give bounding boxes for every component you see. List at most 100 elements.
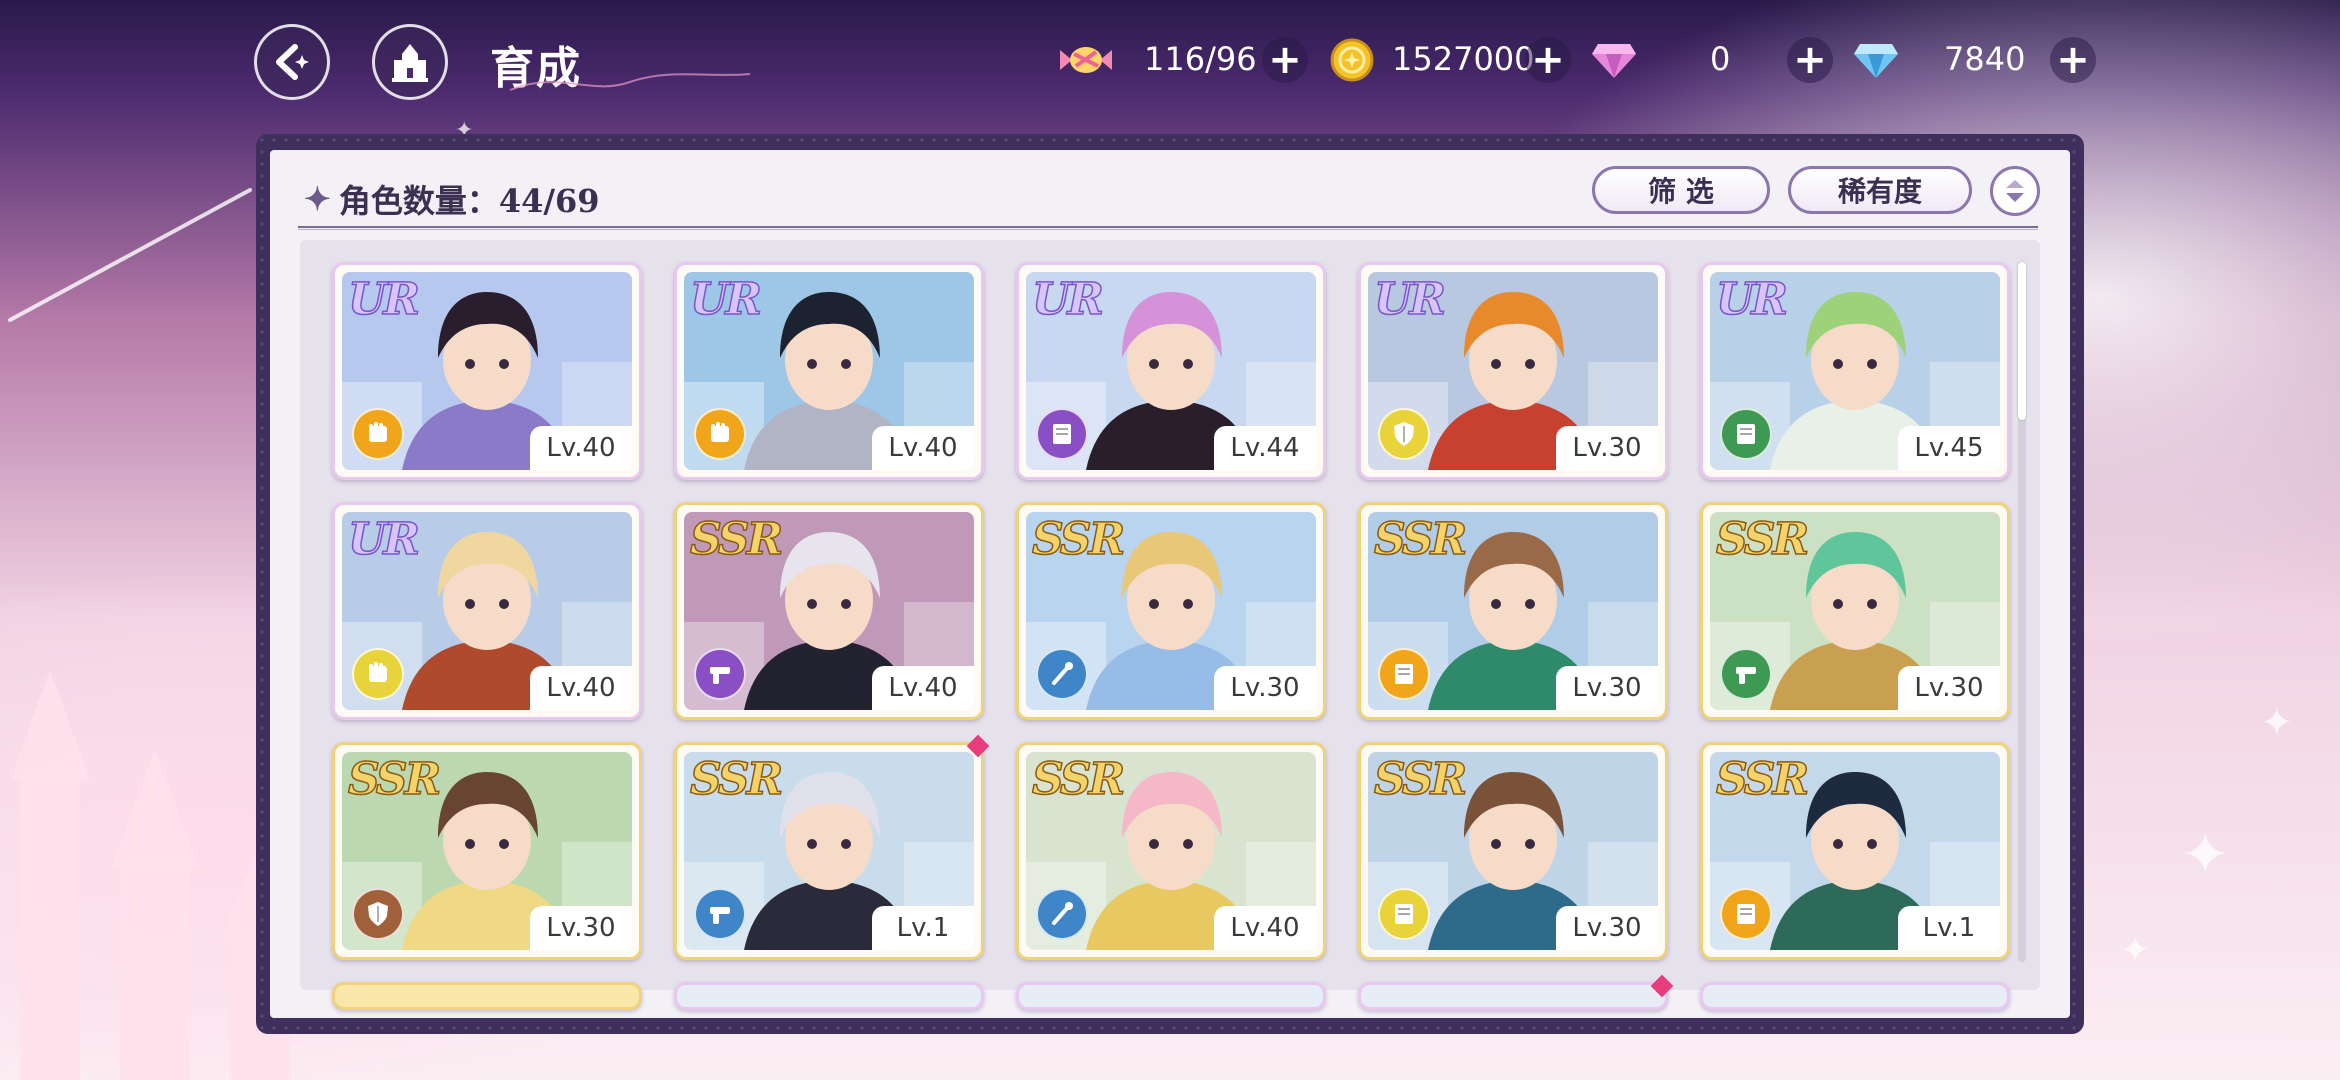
level-badge: Lv.30 bbox=[1214, 666, 1316, 710]
character-card[interactable]: SSR Lv.30 bbox=[1358, 502, 1668, 720]
card-art-frame: SSR Lv.30 bbox=[1026, 512, 1316, 710]
level-badge: Lv.30 bbox=[530, 906, 632, 950]
add-free-gem-button[interactable]: + bbox=[2050, 37, 2096, 83]
character-card[interactable]: SSR Lv.40 bbox=[674, 502, 984, 720]
character-card[interactable]: UR Lv.40 bbox=[674, 262, 984, 480]
card-art-frame: SSR Lv.30 bbox=[342, 752, 632, 950]
card-art-frame: UR Lv.30 bbox=[1368, 272, 1658, 470]
card-art-frame: UR Lv.40 bbox=[342, 272, 632, 470]
rarity-label: SSR bbox=[689, 513, 784, 566]
rarity-sort-label: 稀有度 bbox=[1837, 175, 1922, 208]
sparkle-icon: ✦ bbox=[304, 180, 331, 218]
fist-icon bbox=[352, 408, 404, 460]
card-art-frame: SSR Lv.30 bbox=[1368, 752, 1658, 950]
rarity-label: SSR bbox=[347, 753, 442, 806]
book-icon bbox=[1720, 408, 1772, 460]
card-art-frame: SSR Lv.1 bbox=[1710, 752, 2000, 950]
add-paid-gem-button[interactable]: + bbox=[1787, 37, 1833, 83]
level-badge: Lv.40 bbox=[530, 426, 632, 470]
character-count: ✦ 角色数量：44/69 bbox=[304, 176, 600, 222]
castle-icon bbox=[392, 44, 428, 82]
sort-order-button[interactable] bbox=[1990, 166, 2040, 216]
card-art-frame: UR Lv.40 bbox=[342, 512, 632, 710]
header-divider bbox=[298, 226, 2038, 230]
level-badge: Lv.30 bbox=[1556, 426, 1658, 470]
fist-icon bbox=[352, 648, 404, 700]
level-badge: Lv.44 bbox=[1214, 426, 1316, 470]
rarity-label: SSR bbox=[1031, 753, 1126, 806]
card-art-frame: UR Lv.40 bbox=[684, 272, 974, 470]
rarity-label: UR bbox=[1715, 273, 1788, 326]
paid-gem-value: 0 bbox=[1710, 40, 1731, 78]
shield-icon bbox=[1378, 408, 1430, 460]
level-badge: Lv.30 bbox=[1556, 666, 1658, 710]
level-badge: Lv.30 bbox=[1898, 666, 2000, 710]
character-card[interactable]: SSR Lv.1 bbox=[1700, 742, 2010, 960]
gun-icon bbox=[1720, 648, 1772, 700]
rarity-label: SSR bbox=[1031, 513, 1126, 566]
card-art-frame: SSR Lv.30 bbox=[1710, 512, 2000, 710]
sort-order-icon bbox=[2006, 180, 2024, 202]
book-icon bbox=[1378, 648, 1430, 700]
character-card[interactable]: SSR Lv.40 bbox=[1016, 742, 1326, 960]
gold-value: 1527000 bbox=[1392, 40, 1535, 78]
filter-button[interactable]: 筛 选 bbox=[1592, 166, 1770, 214]
card-art-frame: SSR Lv.30 bbox=[1368, 512, 1658, 710]
home-button[interactable] bbox=[372, 24, 448, 100]
character-card[interactable]: UR Lv.45 bbox=[1700, 262, 2010, 480]
rarity-label: UR bbox=[347, 513, 420, 566]
rarity-sort-button[interactable]: 稀有度 bbox=[1788, 166, 1972, 214]
fist-icon bbox=[694, 408, 746, 460]
character-card-partial[interactable] bbox=[1700, 982, 2010, 1010]
character-card[interactable]: SSR Lv.30 bbox=[1358, 742, 1668, 960]
rarity-label: SSR bbox=[1373, 753, 1468, 806]
card-art-frame: UR Lv.44 bbox=[1026, 272, 1316, 470]
character-card-partial[interactable] bbox=[332, 982, 642, 1010]
gold-resource bbox=[1324, 32, 1380, 88]
character-card-partial[interactable] bbox=[1358, 982, 1668, 1010]
rarity-label: SSR bbox=[1715, 513, 1810, 566]
character-card[interactable]: UR Lv.40 bbox=[332, 262, 642, 480]
coin-icon bbox=[1324, 32, 1380, 88]
add-stamina-button[interactable]: + bbox=[1262, 37, 1308, 83]
free-gem-resource bbox=[1848, 32, 1904, 88]
shooting-star bbox=[8, 188, 252, 322]
free-gem-value: 7840 bbox=[1944, 40, 2026, 78]
pink-diamond-icon bbox=[1586, 32, 1642, 88]
level-badge: Lv.45 bbox=[1898, 426, 2000, 470]
sparkle-icon: ✦ bbox=[2120, 930, 2151, 971]
card-art-frame: SSR Lv.40 bbox=[684, 512, 974, 710]
rarity-label: UR bbox=[347, 273, 420, 326]
character-card[interactable]: SSR Lv.30 bbox=[332, 742, 642, 960]
character-card[interactable]: UR Lv.44 bbox=[1016, 262, 1326, 480]
character-card[interactable]: UR Lv.40 bbox=[332, 502, 642, 720]
card-art-frame: SSR Lv.40 bbox=[1026, 752, 1316, 950]
wand-icon bbox=[1036, 648, 1088, 700]
character-card-partial[interactable] bbox=[674, 982, 984, 1010]
paid-gem-resource bbox=[1586, 32, 1642, 88]
level-badge: Lv.1 bbox=[1898, 906, 2000, 950]
level-badge: Lv.1 bbox=[872, 906, 974, 950]
gun-icon bbox=[694, 888, 746, 940]
level-badge: Lv.30 bbox=[1556, 906, 1658, 950]
scrollbar-thumb[interactable] bbox=[2018, 262, 2026, 420]
book-icon bbox=[1036, 408, 1088, 460]
add-gold-button[interactable]: + bbox=[1525, 37, 1571, 83]
level-badge: Lv.40 bbox=[1214, 906, 1316, 950]
character-card[interactable]: SSR Lv.30 bbox=[1700, 502, 2010, 720]
character-card[interactable]: SSR Lv.1 bbox=[674, 742, 984, 960]
rarity-label: SSR bbox=[689, 753, 784, 806]
sparkle-icon: ✦ bbox=[2180, 820, 2231, 890]
level-badge: Lv.40 bbox=[872, 426, 974, 470]
character-card-partial[interactable] bbox=[1016, 982, 1326, 1010]
gun-icon bbox=[694, 648, 746, 700]
character-card[interactable]: SSR Lv.30 bbox=[1016, 502, 1326, 720]
character-card[interactable]: UR Lv.30 bbox=[1358, 262, 1668, 480]
top-bar: 育成 116/96 + 1527000 + 0 + 7840 + bbox=[0, 0, 2340, 120]
filter-button-label: 筛 选 bbox=[1648, 175, 1714, 208]
card-art-frame: SSR Lv.1 bbox=[684, 752, 974, 950]
stamina-resource bbox=[1058, 32, 1114, 88]
back-arrow-icon bbox=[276, 44, 309, 80]
wand-icon bbox=[1036, 888, 1088, 940]
back-button[interactable] bbox=[254, 24, 330, 100]
